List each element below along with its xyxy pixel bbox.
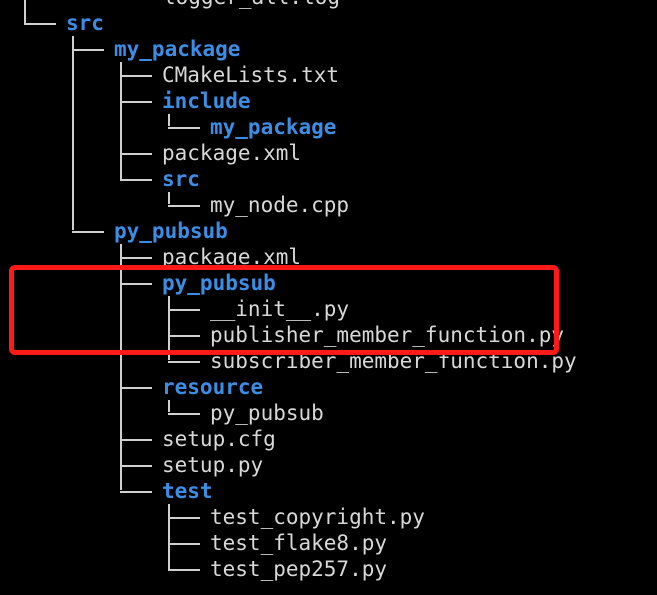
file-entry[interactable]: py_pubsub — [210, 400, 324, 426]
tree-connector — [72, 36, 74, 230]
directory-entry[interactable]: my_package — [114, 36, 240, 62]
tree-connector — [120, 439, 152, 441]
tree-connector — [168, 114, 170, 126]
file-entry[interactable]: package.xml — [162, 140, 301, 166]
file-entry[interactable]: test_pep257.py — [210, 556, 387, 582]
tree-connector — [168, 127, 200, 129]
file-entry[interactable]: logger_all.log — [163, 0, 340, 10]
tree-connector — [168, 413, 200, 415]
tree-connector — [120, 62, 122, 180]
directory-tree: logger_all.log src my_package CMakeLists… — [0, 0, 657, 595]
tree-connector — [168, 517, 200, 519]
file-entry[interactable]: test_copyright.py — [210, 504, 425, 530]
file-entry[interactable]: test_flake8.py — [210, 530, 387, 556]
tree-connector — [168, 192, 170, 204]
directory-entry[interactable]: src — [66, 10, 104, 36]
tree-connector — [24, 0, 26, 24]
tree-connector — [168, 361, 200, 363]
file-entry[interactable]: CMakeLists.txt — [162, 62, 339, 88]
tree-connector — [120, 257, 152, 259]
tree-connector — [24, 23, 56, 25]
directory-entry[interactable]: resource — [162, 374, 263, 400]
file-entry[interactable]: my_node.cpp — [210, 192, 349, 218]
tree-connector — [120, 179, 152, 181]
tree-connector — [168, 543, 200, 545]
tree-connector — [120, 153, 152, 155]
tree-connector — [168, 569, 200, 571]
tree-connector — [72, 49, 104, 51]
file-entry[interactable]: setup.py — [162, 452, 263, 478]
directory-entry[interactable]: my_package — [210, 114, 336, 140]
tree-connector — [168, 400, 170, 412]
tree-connector — [120, 491, 152, 493]
tree-connector — [120, 75, 152, 77]
tree-connector — [168, 205, 200, 207]
directory-entry[interactable]: src — [162, 166, 200, 192]
highlight-box — [9, 265, 559, 355]
tree-connector — [120, 101, 152, 103]
file-entry[interactable]: setup.cfg — [162, 426, 276, 452]
tree-connector — [120, 387, 152, 389]
tree-connector — [72, 231, 104, 233]
directory-entry[interactable]: include — [162, 88, 251, 114]
directory-entry[interactable]: test — [162, 478, 213, 504]
tree-connector — [120, 465, 152, 467]
directory-entry[interactable]: py_pubsub — [114, 218, 228, 244]
tree-connector — [168, 504, 170, 570]
